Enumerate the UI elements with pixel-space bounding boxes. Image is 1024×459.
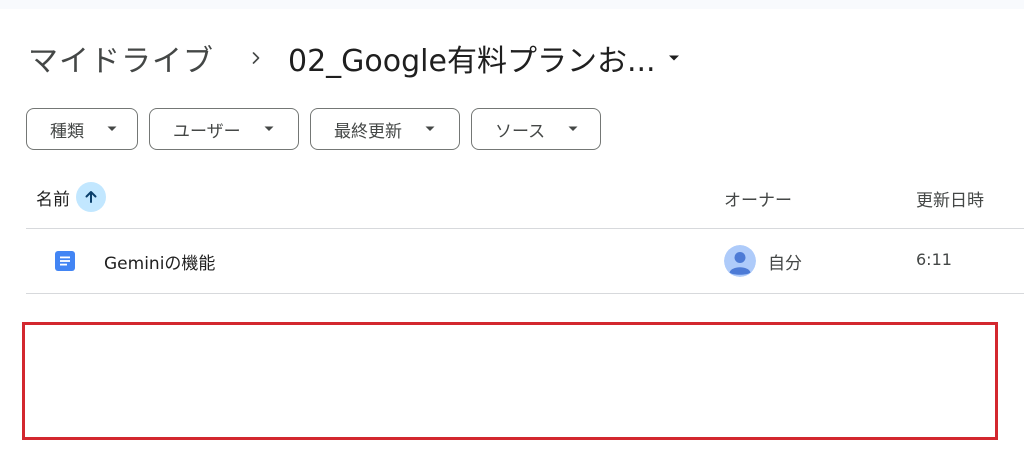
filter-chip-label: ユーザー [173,121,241,142]
filter-chip-user[interactable]: ユーザー [149,108,299,150]
drive-file-panel: マイドライブ 02_Google有料プランお... 種類 ユーザー 最終更新 ソ… [0,0,1024,459]
current-folder-title: 02_Google有料プランお... [288,44,656,79]
caret-down-icon [567,123,579,135]
owner-name: 自分 [768,254,802,274]
filter-chip-last-modified[interactable]: 最終更新 [310,108,460,150]
breadcrumb-current-folder[interactable]: 02_Google有料プランお... [288,36,684,80]
filter-chip-source[interactable]: ソース [471,108,601,150]
filter-chip-bar: 種類 ユーザー 最終更新 ソース [26,108,601,150]
avatar [724,245,756,277]
table-row[interactable]: Geminiの機能 自分 6:11 [26,229,1024,294]
caret-down-icon [106,123,118,135]
google-docs-icon [54,250,76,272]
highlight-box [22,322,998,440]
column-header-name[interactable]: 名前 [36,182,106,212]
breadcrumb: マイドライブ 02_Google有料プランお... [28,36,684,80]
caret-down-icon [424,123,436,135]
column-header-name-label: 名前 [36,189,70,210]
chevron-right-icon [244,46,268,70]
filter-chip-label: 種類 [50,121,84,142]
column-header-owner[interactable]: オーナー [724,186,792,211]
modified-time: 6:11 [916,250,952,269]
filter-chip-label: 最終更新 [334,121,402,142]
filter-chip-label: ソース [495,121,546,142]
arrow-up-icon[interactable] [76,182,106,212]
file-name[interactable]: Geminiの機能 [104,249,215,274]
caret-down-icon [664,48,684,68]
caret-down-icon [263,123,275,135]
breadcrumb-my-drive[interactable]: マイドライブ [28,36,214,80]
file-table-header: 名前 オーナー 更新日時 [26,172,1024,229]
filter-chip-type[interactable]: 種類 [26,108,138,150]
column-header-modified[interactable]: 更新日時 [916,186,984,211]
